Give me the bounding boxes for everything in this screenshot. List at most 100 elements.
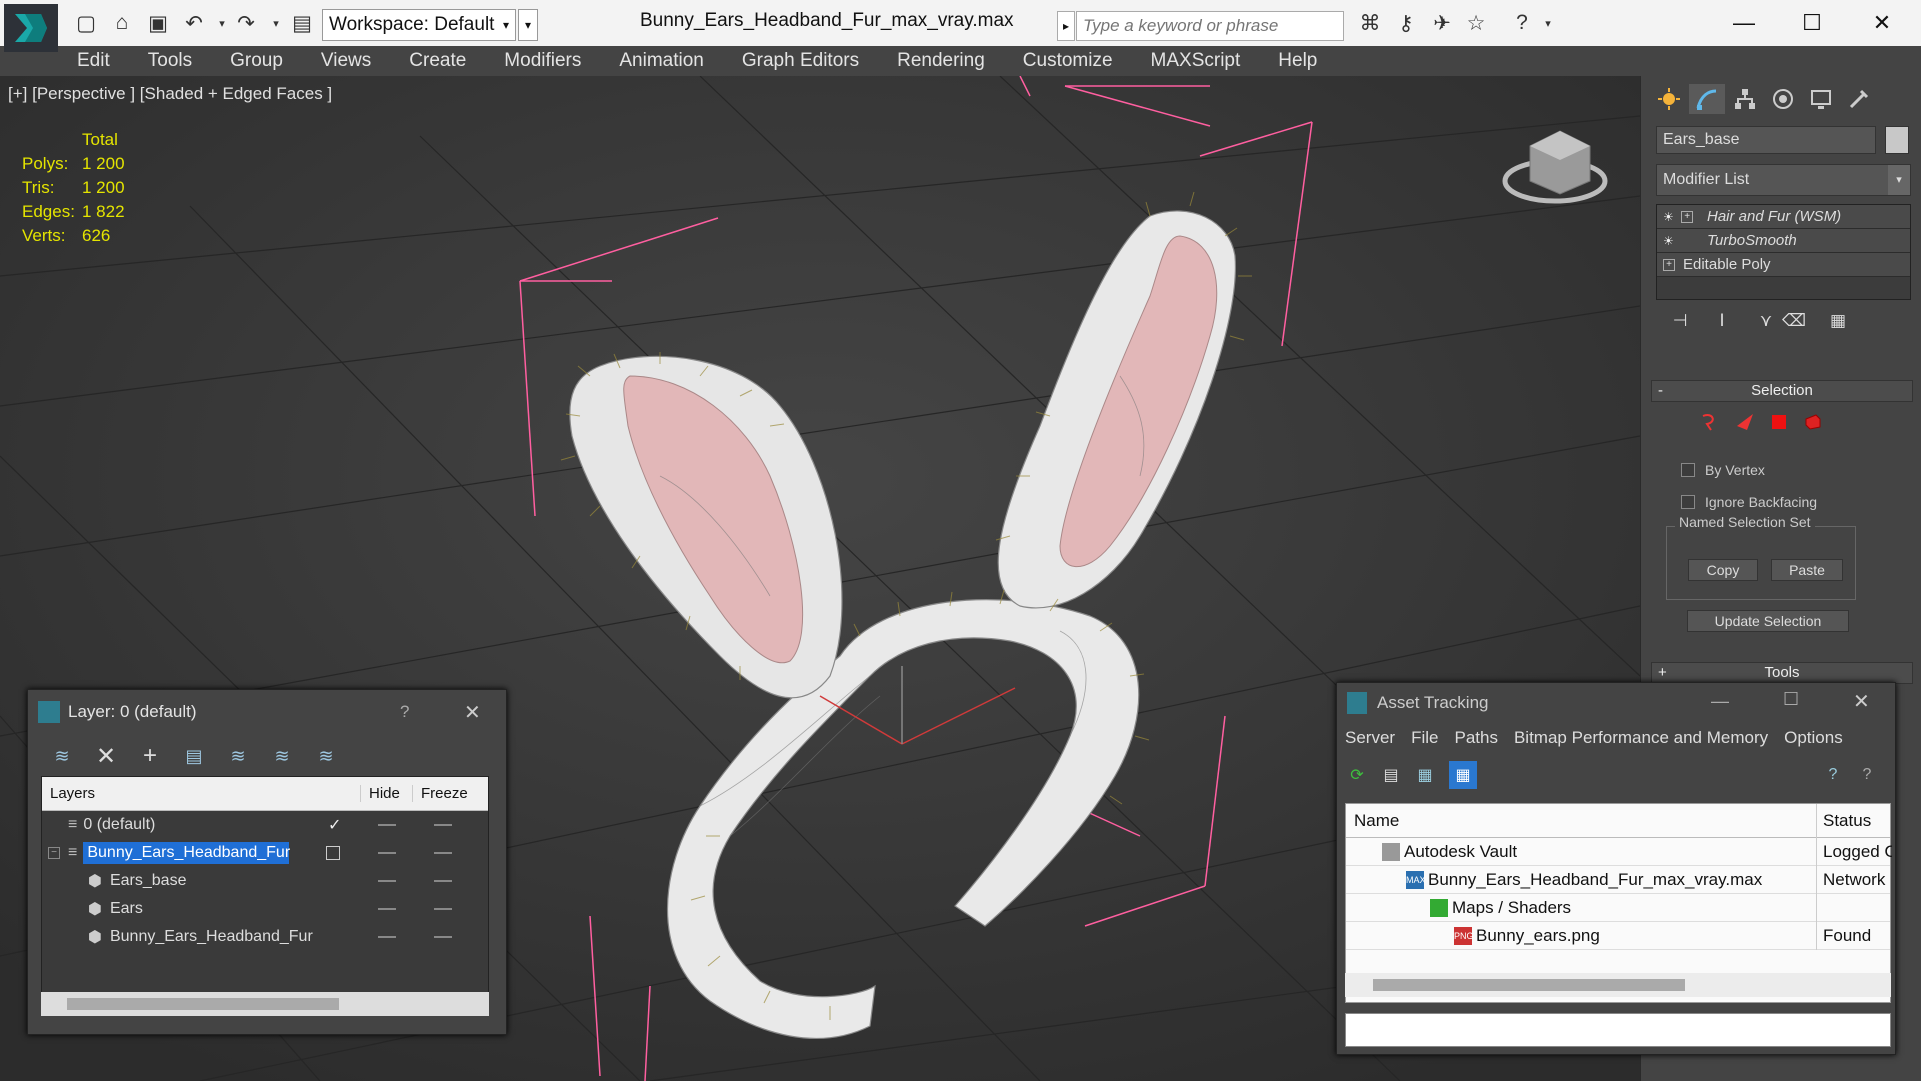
layer-dialog-header[interactable]: Layer: 0 (default) ? ✕ bbox=[28, 690, 506, 734]
list-view-icon[interactable]: ▤ bbox=[1377, 761, 1405, 789]
search-expand-button[interactable]: ▸ bbox=[1057, 11, 1075, 41]
workspace-menu-button[interactable]: ▾ bbox=[518, 9, 538, 41]
project-folder-icon[interactable]: ▤ bbox=[288, 9, 316, 37]
col-name[interactable]: Name bbox=[1346, 811, 1816, 831]
asset-horizontal-scrollbar[interactable] bbox=[1345, 973, 1891, 997]
new-layer-icon[interactable]: ≋ bbox=[48, 742, 76, 770]
vertex-subobject-icon[interactable] bbox=[1699, 412, 1719, 432]
star-icon[interactable]: ☆ bbox=[1462, 9, 1490, 37]
asset-row-maps-shaders[interactable]: Maps / Shaders bbox=[1346, 894, 1890, 922]
freeze-toggle[interactable] bbox=[434, 936, 452, 938]
key-icon[interactable]: ⚷ bbox=[1392, 9, 1420, 37]
hide-toggle[interactable] bbox=[378, 908, 396, 910]
hide-toggle[interactable] bbox=[378, 852, 396, 854]
menu-maxscript[interactable]: MAXScript bbox=[1132, 50, 1260, 72]
col-hide[interactable]: Hide bbox=[360, 785, 412, 802]
face-subobject-icon[interactable] bbox=[1769, 412, 1789, 432]
ignore-backfacing-checkbox[interactable]: Ignore Backfacing bbox=[1681, 494, 1817, 510]
pin-stack-icon[interactable]: ⊣ bbox=[1667, 308, 1693, 334]
minimize-button[interactable]: — bbox=[1720, 6, 1768, 40]
active-layer-checkmark-icon[interactable]: ✓ bbox=[328, 815, 341, 835]
highlight-layer-icon[interactable]: ≋ bbox=[224, 742, 252, 770]
asset-menu-server[interactable]: Server bbox=[1345, 728, 1395, 748]
refresh-icon[interactable]: ⟳ bbox=[1343, 761, 1371, 789]
app-menu-button[interactable] bbox=[4, 4, 58, 52]
open-folder-icon[interactable]: ⌂ bbox=[108, 9, 136, 37]
set-active-box[interactable] bbox=[326, 846, 340, 860]
menu-group[interactable]: Group bbox=[211, 50, 302, 72]
element-subobject-icon[interactable] bbox=[1803, 412, 1823, 432]
col-freeze[interactable]: Freeze bbox=[412, 785, 482, 802]
close-dialog-button[interactable]: ✕ bbox=[464, 700, 481, 725]
asset-path-field[interactable] bbox=[1345, 1013, 1891, 1047]
menu-animation[interactable]: Animation bbox=[600, 50, 723, 72]
help-button[interactable]: ? bbox=[400, 702, 409, 722]
remove-modifier-icon[interactable]: ⌫ bbox=[1781, 308, 1807, 334]
menu-tools[interactable]: Tools bbox=[129, 50, 211, 72]
update-selection-button[interactable]: Update Selection bbox=[1687, 610, 1849, 632]
lightbulb-icon[interactable]: ☀ bbox=[1663, 234, 1677, 248]
add-selected-icon[interactable]: + bbox=[136, 742, 164, 770]
col-layers[interactable]: Layers bbox=[42, 785, 360, 802]
scrollbar-thumb[interactable] bbox=[1373, 979, 1685, 991]
save-icon[interactable]: ▣ bbox=[144, 9, 172, 37]
menu-modifiers[interactable]: Modifiers bbox=[485, 50, 600, 72]
viewport-label[interactable]: [+] [Perspective ] [Shaded + Edged Faces… bbox=[8, 84, 332, 104]
menu-help[interactable]: Help bbox=[1259, 50, 1336, 72]
layer-row-ears[interactable]: ⬢ Ears bbox=[42, 895, 488, 923]
menu-customize[interactable]: Customize bbox=[1004, 50, 1132, 72]
collapse-icon[interactable]: − bbox=[48, 847, 60, 859]
search-input[interactable] bbox=[1076, 11, 1344, 41]
redo-icon[interactable]: ↷ bbox=[232, 9, 260, 37]
object-color-swatch[interactable] bbox=[1885, 126, 1909, 154]
workspace-select[interactable]: Workspace: Default ▾ bbox=[322, 9, 516, 41]
utilities-tab-icon[interactable] bbox=[1841, 84, 1877, 114]
menu-rendering[interactable]: Rendering bbox=[878, 50, 1004, 72]
hierarchy-tab-icon[interactable] bbox=[1727, 84, 1763, 114]
layer-row-bunny-ears-headband-fur-object[interactable]: ⬢ Bunny_Ears_Headband_Fur bbox=[42, 923, 488, 951]
asset-row-max-file[interactable]: MAX Bunny_Ears_Headband_Fur_max_vray.max … bbox=[1346, 866, 1890, 894]
freeze-all-layers-icon[interactable]: ≋ bbox=[312, 742, 340, 770]
stack-item-turbosmooth[interactable]: ☀ TurboSmooth bbox=[1657, 229, 1910, 253]
undo-icon[interactable]: ↶ bbox=[180, 9, 208, 37]
motion-tab-icon[interactable] bbox=[1765, 84, 1801, 114]
menu-views[interactable]: Views bbox=[302, 50, 390, 72]
expand-icon[interactable]: + bbox=[1663, 258, 1675, 271]
select-layer-objects-icon[interactable]: ▤ bbox=[180, 742, 208, 770]
help-icon[interactable]: ? bbox=[1819, 761, 1847, 789]
stack-item-hair-and-fur[interactable]: ☀ + Hair and Fur (WSM) bbox=[1657, 205, 1910, 229]
asset-row-autodesk-vault[interactable]: Autodesk Vault Logged Out bbox=[1346, 838, 1892, 866]
tree-view-icon[interactable]: ▦ bbox=[1411, 761, 1439, 789]
layer-row-bunny-ears-headband-fur[interactable]: − ≡ Bunny_Ears_Headband_Fur bbox=[42, 839, 488, 867]
stack-item-editable-poly[interactable]: + Editable Poly bbox=[1657, 253, 1910, 277]
expand-icon[interactable]: + bbox=[1681, 210, 1693, 223]
menu-graph-editors[interactable]: Graph Editors bbox=[723, 50, 878, 72]
menu-edit[interactable]: Edit bbox=[58, 50, 129, 72]
new-file-icon[interactable]: ▢ bbox=[72, 9, 100, 37]
modifier-list-dropdown[interactable]: Modifier List ▾ bbox=[1656, 164, 1911, 196]
layer-horizontal-scrollbar[interactable] bbox=[41, 992, 489, 1016]
minimize-dialog-button[interactable]: — bbox=[1711, 691, 1729, 712]
menu-create[interactable]: Create bbox=[390, 50, 485, 72]
help-dropdown-icon[interactable]: ▾ bbox=[1534, 9, 1562, 37]
context-help-icon[interactable]: ? bbox=[1853, 761, 1881, 789]
freeze-toggle[interactable] bbox=[434, 824, 452, 826]
configure-sets-icon[interactable]: ▦ bbox=[1825, 308, 1851, 334]
layer-row-ears-base[interactable]: ⬢ Ears_base bbox=[42, 867, 488, 895]
subscription-icon[interactable]: ✈ bbox=[1428, 9, 1456, 37]
redo-dropdown-icon[interactable]: ▾ bbox=[262, 9, 290, 37]
freeze-toggle[interactable] bbox=[434, 880, 452, 882]
freeze-toggle[interactable] bbox=[434, 852, 452, 854]
selection-rollout-header[interactable]: - Selection bbox=[1651, 380, 1913, 402]
hide-toggle[interactable] bbox=[378, 824, 396, 826]
close-dialog-button[interactable]: ✕ bbox=[1853, 689, 1870, 714]
layer-row-default[interactable]: ≡ 0 (default) ✓ bbox=[42, 811, 488, 839]
tools-rollout-header[interactable]: + Tools bbox=[1651, 662, 1913, 684]
display-tab-icon[interactable] bbox=[1803, 84, 1839, 114]
hide-toggle[interactable] bbox=[378, 880, 396, 882]
delete-layer-icon[interactable]: ✕ bbox=[92, 742, 120, 770]
close-button[interactable]: ✕ bbox=[1858, 6, 1906, 40]
paste-button[interactable]: Paste bbox=[1771, 559, 1843, 581]
by-vertex-checkbox[interactable]: By Vertex bbox=[1681, 462, 1765, 478]
asset-row-bunny-ears-png[interactable]: PNG Bunny_ears.png Found bbox=[1346, 922, 1890, 950]
